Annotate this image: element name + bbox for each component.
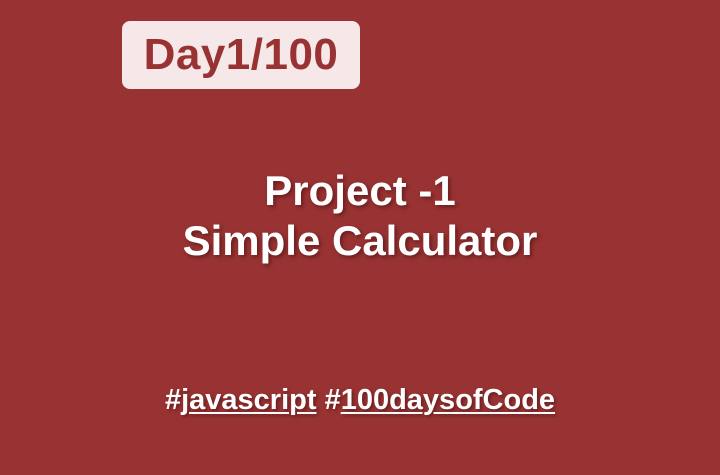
hashtag-symbol: #: [164, 384, 182, 416]
hashtag-javascript-text: javascript: [181, 384, 317, 416]
hashtag-100daysofcode-text: 100daysofCode: [340, 384, 556, 416]
day-counter-badge: Day1/100: [122, 21, 360, 89]
project-title-line-1: Project -1: [264, 167, 456, 214]
project-title: Project -1 Simple Calculator: [0, 166, 720, 266]
day-counter-label: Day1/100: [143, 30, 339, 79]
hashtag-100daysofcode[interactable]: #100daysofCode: [325, 384, 556, 416]
hashtag-row: #javascript #100daysofCode: [0, 380, 720, 420]
project-title-line-2: Simple Calculator: [182, 217, 538, 264]
hashtag-javascript[interactable]: #javascript: [165, 384, 317, 416]
hashtag-symbol: #: [324, 384, 341, 416]
